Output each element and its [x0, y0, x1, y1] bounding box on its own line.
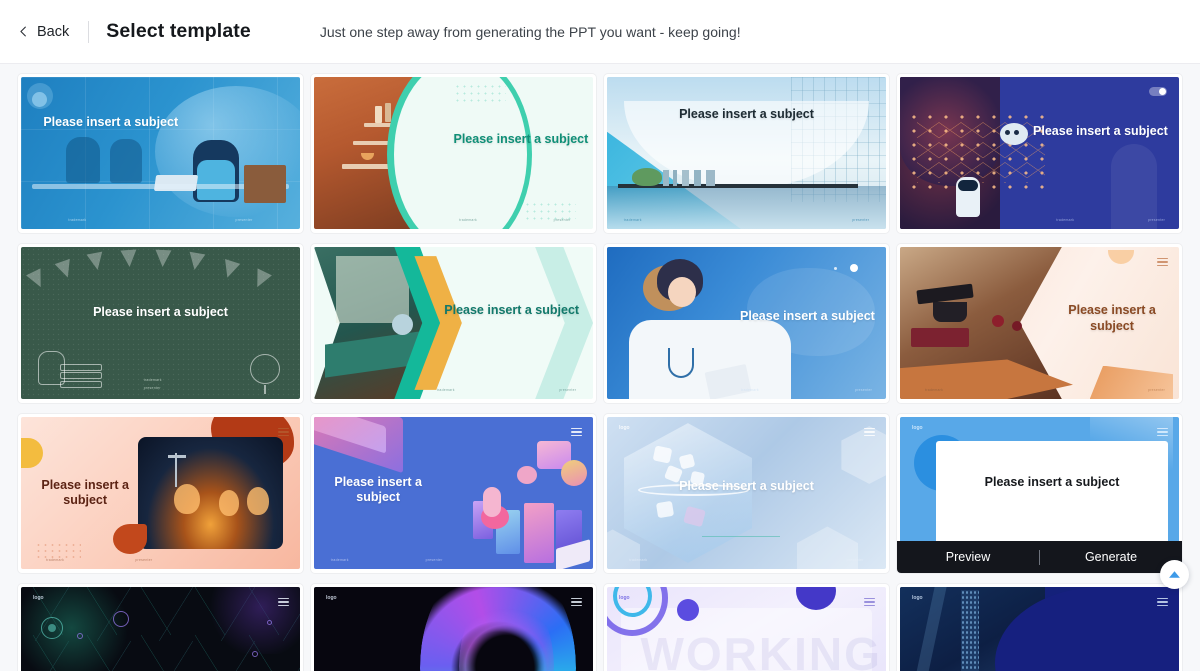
watermark-right: presenter: [135, 558, 153, 562]
logo-label: logo: [912, 425, 923, 431]
template-thumbnail: Please insert a subject trademark presen…: [314, 417, 593, 569]
template-subject-text: Please insert a subject: [41, 477, 129, 508]
template-thumbnail: Please insert a subject trademark presen…: [607, 77, 886, 229]
watermark-left: trademark: [68, 218, 87, 222]
card-action-bar: Preview Generate: [897, 541, 1182, 573]
page-title: Select template: [106, 20, 251, 42]
watermark-right: presenter: [855, 388, 873, 392]
template-thumbnail: Please insert a subject trademark presen…: [314, 247, 593, 399]
watermark-left: trademark: [46, 558, 65, 562]
template-subject-text: Please insert a subject: [1068, 303, 1156, 333]
watermark-right: presenter: [846, 558, 864, 562]
template-card[interactable]: Please insert a subject trademark presen…: [604, 74, 889, 233]
watermark-left: trademark: [436, 388, 455, 392]
template-subject-text: Please insert a subject: [1033, 124, 1168, 139]
hamburger-menu-icon[interactable]: [864, 426, 875, 438]
logo-label: logo: [619, 425, 630, 431]
header-divider: [88, 20, 90, 43]
watermark-right: presenter: [1148, 218, 1166, 222]
template-thumbnail: Please insert a subject trademark presen…: [21, 417, 300, 569]
template-card[interactable]: Please insert a subject trademark presen…: [311, 414, 596, 573]
template-thumbnail: logo Please insert a subject: [900, 587, 1179, 671]
page-header: Back Select template Just one step away …: [0, 0, 1200, 64]
template-card[interactable]: logo Please insert a subject trademark p…: [604, 414, 889, 573]
hamburger-menu-icon[interactable]: [278, 426, 289, 438]
template-card[interactable]: WORKING logo Please insert a subject: [604, 584, 889, 671]
template-thumbnail: Please insert a subject trademark presen…: [314, 77, 593, 229]
template-card[interactable]: logo Please insert a subject: [311, 584, 596, 671]
hamburger-menu-icon[interactable]: [571, 426, 582, 438]
back-button-label: Back: [37, 23, 70, 40]
template-card[interactable]: Please insert a subject trademark presen…: [897, 74, 1182, 233]
template-thumbnail: Please insert a subject trademark presen…: [900, 77, 1179, 229]
watermark-left: trademark: [1056, 218, 1075, 222]
hamburger-menu-icon[interactable]: [278, 596, 289, 608]
hamburger-menu-icon[interactable]: [1157, 596, 1168, 608]
template-card[interactable]: Please insert a subject trademark presen…: [897, 244, 1182, 403]
template-card[interactable]: logo Please insert a subject: [897, 584, 1182, 671]
watermark-left: trademark: [459, 218, 478, 222]
logo-label: logo: [326, 595, 337, 601]
template-card[interactable]: Please insert a subject trademark presen…: [604, 244, 889, 403]
hamburger-menu-icon[interactable]: [1157, 256, 1168, 268]
template-card[interactable]: Please insert a subject trademark presen…: [311, 244, 596, 403]
preview-button[interactable]: Preview: [897, 541, 1039, 573]
template-card[interactable]: logo Please insert a subject: [18, 584, 303, 671]
watermark-left: trademark: [740, 388, 759, 392]
template-thumbnail: Please insert a subject trademark presen…: [21, 247, 300, 399]
hamburger-menu-icon[interactable]: [864, 596, 875, 608]
template-card[interactable]: Please insert a subject trademark presen…: [18, 74, 303, 233]
template-card[interactable]: Please insert a subject trademark presen…: [18, 414, 303, 573]
template-subject-text: Please insert a subject: [679, 479, 814, 494]
template-card[interactable]: Please insert a subject trademark presen…: [18, 244, 303, 403]
template-thumbnail: WORKING logo Please insert a subject: [607, 587, 886, 671]
template-thumbnail: Please insert a subject trademark presen…: [21, 77, 300, 229]
template-thumbnail: logo Please insert a subject trademark p…: [607, 417, 886, 569]
toggle-decoration: [1149, 87, 1167, 96]
hamburger-menu-icon[interactable]: [1157, 426, 1168, 438]
scroll-to-top-button[interactable]: [1160, 560, 1189, 589]
template-grid: Please insert a subject trademark presen…: [0, 64, 1200, 671]
watermark-left: trademark: [629, 558, 648, 562]
watermark-left: trademark: [330, 558, 349, 562]
back-button[interactable]: Back: [18, 24, 69, 40]
template-subject-text: Please insert a subject: [679, 107, 814, 122]
template-card[interactable]: Please insert a subject trademark presen…: [311, 74, 596, 233]
watermark-right: presenter: [559, 388, 577, 392]
logo-label: logo: [33, 595, 44, 601]
logo-label: logo: [619, 595, 630, 601]
template-subject-text: Please insert a subject: [444, 303, 580, 318]
watermark-right: presenter: [425, 558, 443, 562]
template-subject-text: Please insert a subject: [334, 474, 422, 505]
watermark-left: trademark: [143, 378, 162, 382]
template-thumbnail: logo Please insert a subject: [314, 587, 593, 671]
watermark-right: presenter: [143, 386, 161, 390]
watermark-right: presenter: [1148, 388, 1166, 392]
watermark-left: trademark: [623, 218, 642, 222]
hamburger-menu-icon[interactable]: [571, 596, 582, 608]
logo-label: logo: [912, 595, 923, 601]
chevron-left-icon: [20, 26, 26, 37]
header-subtitle: Just one step away from generating the P…: [319, 23, 741, 40]
template-card-hovered[interactable]: logo Please insert a subject trademark p…: [897, 414, 1182, 573]
watermark-right: presenter: [852, 218, 870, 222]
template-thumbnail: logo Please insert a subject: [21, 587, 300, 671]
watermark-right: presenter: [553, 218, 571, 222]
watermark-right: presenter: [235, 218, 253, 222]
watermark-left: trademark: [925, 388, 944, 392]
template-subject-text: Please insert a subject: [740, 309, 875, 324]
template-subject-text: Please insert a subject: [93, 304, 228, 319]
template-subject-text: Please insert a subject: [43, 115, 179, 129]
triangle-up-icon: [1169, 571, 1180, 578]
template-thumbnail: Please insert a subject trademark presen…: [900, 247, 1179, 399]
template-subject-text: Please insert a subject: [984, 474, 1120, 489]
template-thumbnail: Please insert a subject trademark presen…: [607, 247, 886, 399]
template-subject-text: Please insert a subject: [453, 131, 589, 146]
